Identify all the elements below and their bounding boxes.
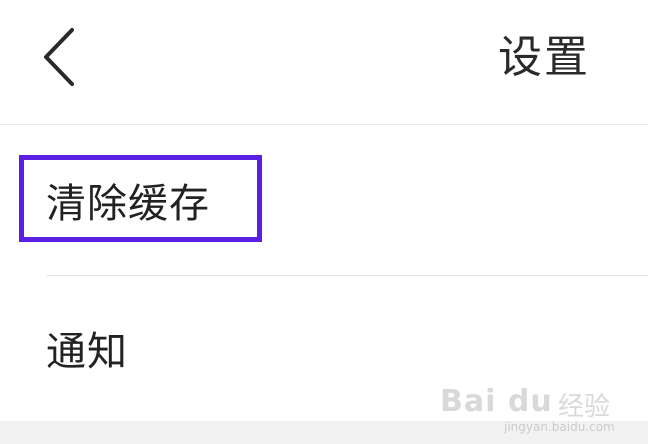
notification-row[interactable]: 通知 bbox=[0, 277, 648, 421]
chevron-left-icon bbox=[44, 28, 74, 86]
bottom-bar bbox=[0, 421, 648, 444]
divider bbox=[46, 275, 648, 276]
header-bar: 设置 bbox=[0, 0, 648, 125]
notification-label: 通知 bbox=[46, 329, 128, 375]
settings-screen: 设置 清除缓存 通知 Bai du 经验 jingyan.baidu.com bbox=[0, 0, 648, 444]
clear-cache-label: 清除缓存 bbox=[46, 181, 210, 227]
page-title: 设置 bbox=[498, 32, 590, 83]
back-button[interactable] bbox=[30, 22, 90, 92]
clear-cache-row[interactable]: 清除缓存 bbox=[0, 125, 648, 275]
